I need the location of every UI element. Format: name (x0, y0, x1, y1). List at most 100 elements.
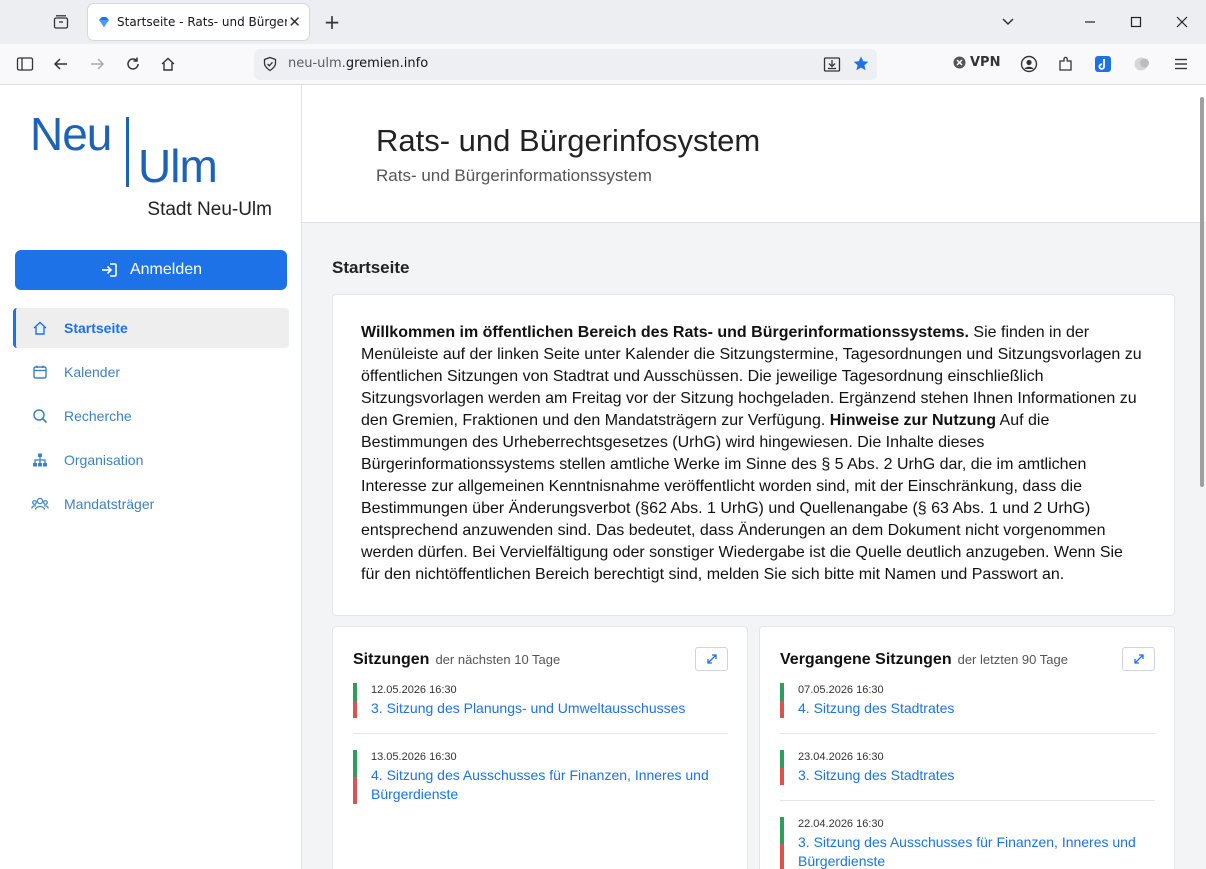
sidebar-item-label: Startseite (64, 320, 128, 336)
card-title-text: Vergangene Sitzungen (780, 651, 952, 668)
sidebar-item-label: Mandatsträger (64, 496, 155, 512)
sidebar-menu: Startseite Kalender Recherche Organisati… (13, 308, 289, 528)
status-stripe (353, 683, 357, 718)
sidebar-item-label: Organisation (64, 452, 144, 468)
sidebar: Neu Ulm Stadt Neu-Ulm Anmelden Startseit… (0, 85, 302, 869)
vpn-indicator[interactable]: VPN (953, 55, 1000, 70)
back-icon[interactable] (50, 53, 72, 75)
session-link[interactable]: 3. Sitzung des Planungs- und Umweltaussc… (371, 699, 728, 718)
usage-hint-heading: Hinweise zur Nutzung (829, 412, 996, 429)
card-subtitle: der nächsten 10 Tage (435, 652, 561, 667)
sidebar-item-mandatstraeger[interactable]: Mandatsträger (13, 484, 289, 524)
vpn-label: VPN (970, 55, 1001, 70)
extensions-puzzle-icon[interactable] (1055, 53, 1077, 75)
url-text: neu-ulm.gremien.info (288, 56, 429, 71)
forward-icon[interactable] (86, 53, 108, 75)
home-icon (31, 319, 49, 337)
maximize-icon[interactable] (1126, 10, 1146, 34)
welcome-heading: Willkommen im öffentlichen Bereich des R… (361, 324, 969, 341)
logo-divider-bar (126, 117, 129, 187)
bookmark-star-icon[interactable] (852, 55, 870, 73)
session-link[interactable]: 4. Sitzung des Ausschusses für Finanzen,… (371, 766, 728, 804)
vpn-status-icon (953, 56, 966, 69)
page-title: Startseite (332, 258, 410, 277)
divider (780, 733, 1155, 734)
logo-city-name: Stadt Neu-Ulm (147, 199, 272, 220)
home-icon[interactable] (157, 53, 179, 75)
usage-hint-text: Auf die Bestimmungen des Urheberrechtsge… (361, 412, 1123, 583)
card-subtitle: der letzten 90 Tage (957, 652, 1068, 667)
sitemap-icon (31, 451, 49, 469)
session-date: 13.05.2026 16:30 (371, 751, 457, 763)
browser-nav-bar: neu-ulm.gremien.info VPN (0, 44, 1206, 85)
card-title: Sitzungen der nächsten 10 Tage (353, 651, 560, 669)
session-item: 22.04.2026 16:30 3. Sitzung des Ausschus… (780, 817, 1155, 869)
app-menu-icon[interactable] (1170, 53, 1192, 75)
logo-ulm-text: Ulm (138, 140, 218, 192)
past-sessions-card: Vergangene Sitzungen der letzten 90 Tage … (759, 626, 1175, 869)
site-favicon-icon (99, 17, 109, 27)
login-button-label: Anmelden (129, 261, 203, 278)
tab-list-chevron-icon[interactable] (998, 10, 1018, 34)
session-date: 22.04.2026 16:30 (798, 818, 884, 830)
session-link[interactable]: 3. Sitzung des Stadtrates (798, 766, 1155, 785)
session-link[interactable]: 4. Sitzung des Stadtrates (798, 699, 1155, 718)
site-security-icon[interactable] (262, 56, 278, 72)
expand-button[interactable] (695, 647, 728, 671)
status-stripe (780, 750, 784, 785)
city-logo[interactable]: Neu Ulm Stadt Neu-Ulm (28, 107, 274, 227)
extension-app-icon[interactable] (1092, 53, 1114, 75)
sidebar-item-kalender[interactable]: Kalender (13, 352, 289, 392)
sidebar-item-organisation[interactable]: Organisation (13, 440, 289, 480)
tab-title: Startseite - Rats- und Bürgerinfosystem (117, 15, 287, 29)
expand-icon (706, 654, 717, 664)
status-stripe (353, 750, 357, 804)
sidebar-item-label: Kalender (64, 364, 121, 380)
status-stripe (780, 817, 784, 869)
site-subtitle: Rats- und Bürgerinformationssystem (376, 166, 652, 185)
tab-overview-icon[interactable] (48, 10, 74, 34)
divider (780, 800, 1155, 801)
people-icon (31, 495, 49, 513)
save-page-icon[interactable] (823, 56, 841, 73)
login-button[interactable]: Anmelden (15, 250, 287, 290)
search-icon (31, 407, 49, 425)
sidebar-item-startseite[interactable]: Startseite (13, 308, 289, 348)
logo-neu-text: Neu (30, 108, 112, 160)
session-item: 13.05.2026 16:30 4. Sitzung des Ausschus… (353, 750, 728, 804)
sidebar-toggle-icon[interactable] (14, 53, 36, 75)
extension-blob-icon[interactable] (1131, 53, 1153, 75)
tab-close-icon[interactable]: ✕ (288, 13, 301, 31)
welcome-card: Willkommen im öffentlichen Bereich des R… (332, 294, 1175, 616)
browser-tab-bar: Startseite - Rats- und Bürgerinfosystem … (0, 0, 1206, 44)
url-bar[interactable]: neu-ulm.gremien.info (254, 49, 877, 80)
sidebar-item-recherche[interactable]: Recherche (13, 396, 289, 436)
card-title-text: Sitzungen (353, 651, 430, 668)
page-header: Rats- und Bürgerinfosystem Rats- und Bür… (302, 85, 1206, 223)
sidebar-item-label: Recherche (64, 408, 132, 424)
account-icon[interactable] (1018, 53, 1040, 75)
scrollbar-thumb[interactable] (1200, 97, 1204, 487)
divider (353, 733, 728, 734)
new-tab-icon[interactable]: + (322, 10, 342, 34)
browser-tab-active[interactable]: Startseite - Rats- und Bürgerinfosystem … (88, 4, 309, 40)
site-title: Rats- und Bürgerinfosystem (376, 123, 761, 158)
upcoming-sessions-card: Sitzungen der nächsten 10 Tage 12.05.2026… (332, 626, 748, 869)
reload-icon[interactable] (122, 53, 144, 75)
expand-icon (1133, 654, 1144, 664)
session-item: 23.04.2026 16:30 3. Sitzung des Stadtrat… (780, 750, 1155, 785)
main-content: Rats- und Bürgerinfosystem Rats- und Bür… (302, 85, 1206, 869)
session-date: 23.04.2026 16:30 (798, 751, 884, 763)
page-content: Neu Ulm Stadt Neu-Ulm Anmelden Startseit… (0, 85, 1206, 869)
sign-in-icon (101, 263, 117, 277)
session-link[interactable]: 3. Sitzung des Ausschusses für Finanzen,… (798, 833, 1155, 869)
session-date: 12.05.2026 16:30 (371, 684, 457, 696)
minimize-icon[interactable] (1080, 10, 1100, 34)
card-title: Vergangene Sitzungen der letzten 90 Tage (780, 651, 1068, 669)
session-date: 07.05.2026 16:30 (798, 684, 884, 696)
window-close-icon[interactable] (1172, 10, 1192, 34)
expand-button[interactable] (1122, 647, 1155, 671)
session-item: 07.05.2026 16:30 4. Sitzung des Stadtrat… (780, 683, 1155, 718)
calendar-icon (31, 363, 49, 381)
status-stripe (780, 683, 784, 718)
